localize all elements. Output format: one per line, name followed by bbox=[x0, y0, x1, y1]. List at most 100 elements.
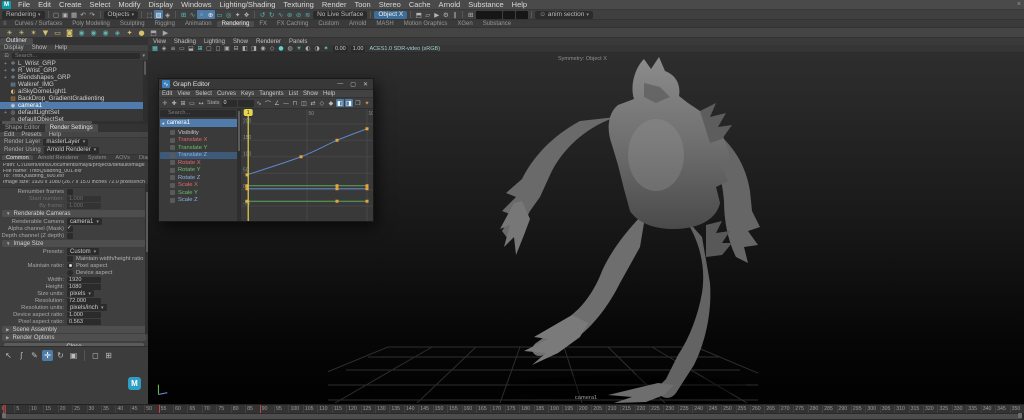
wireframe-icon[interactable]: ◇ bbox=[268, 45, 276, 53]
creature-model[interactable] bbox=[448, 53, 828, 404]
outliner-item-r-wrist-grp[interactable]: +✛R_Wrist_GRP bbox=[0, 67, 144, 74]
shelf-tab-xgen[interactable]: XGen bbox=[452, 21, 477, 27]
graph-editor-menu-list[interactable]: List bbox=[289, 91, 298, 97]
outliner-item-backdrop-gradientgradienting[interactable]: ▨BackDrop_GradientGradienting bbox=[0, 95, 144, 102]
section-image-size[interactable]: ▼Image Size bbox=[2, 240, 146, 247]
presets-selector[interactable]: Custom▾ bbox=[67, 248, 99, 255]
width-input[interactable]: 1920 bbox=[67, 277, 101, 283]
bookmarks-icon[interactable]: ▭ bbox=[178, 45, 186, 53]
shelf-tab-mash[interactable]: MASH bbox=[371, 21, 398, 27]
film-gate-icon[interactable]: ▢ bbox=[205, 45, 213, 53]
range-end-handle[interactable] bbox=[1018, 413, 1022, 418]
shelf-tab-fx[interactable]: FX bbox=[254, 21, 272, 27]
field-chart-icon[interactable]: ⊟ bbox=[232, 45, 240, 53]
menu-cache[interactable]: Cache bbox=[405, 0, 435, 9]
outliner-menu-display[interactable]: Display bbox=[4, 45, 24, 51]
snap-to-curve-icon[interactable]: ∿ bbox=[188, 10, 197, 19]
graph-editor-menu-help[interactable]: Help bbox=[323, 91, 335, 97]
ambient-occlusion-icon[interactable]: ◑ bbox=[313, 45, 321, 53]
new-scene-icon[interactable]: ▢ bbox=[52, 10, 61, 19]
highlight-selection-icon[interactable]: ❖ bbox=[242, 10, 251, 19]
ipr-render-icon[interactable]: ▶ bbox=[161, 28, 170, 37]
graph-editor-curve-view[interactable]: 200150100500-50501001 bbox=[241, 109, 373, 221]
make-live-icon[interactable]: ◎ bbox=[224, 10, 233, 19]
outliner-item-camera1[interactable]: ◉camera1 bbox=[0, 102, 144, 109]
single-pane-layout-icon[interactable]: ◻ bbox=[90, 350, 101, 361]
alpha-channel-mask-checkbox[interactable] bbox=[67, 226, 73, 232]
viewport-menu-shading[interactable]: Shading bbox=[174, 39, 196, 45]
section-render-options[interactable]: ▶Render Options bbox=[2, 334, 146, 341]
safe-title-icon[interactable]: ◨ bbox=[250, 45, 258, 53]
shelf-tab-sculpting[interactable]: Sculpting bbox=[115, 21, 150, 27]
snap-to-point-icon[interactable]: ◦ bbox=[197, 10, 206, 19]
menu-display[interactable]: Display bbox=[145, 0, 178, 9]
snap-to-grid-icon[interactable]: ⊞ bbox=[179, 10, 188, 19]
ambient-light-icon[interactable]: ☀ bbox=[5, 28, 14, 37]
shading-group-icon[interactable]: ● bbox=[137, 28, 146, 37]
insert-keys-icon[interactable]: ✚ bbox=[170, 99, 178, 107]
colorspace-label[interactable]: ACES1.0 SDR-video (sRGB) bbox=[369, 46, 440, 52]
menu-stereo[interactable]: Stereo bbox=[375, 0, 405, 9]
scale-tool-icon[interactable]: ▣ bbox=[68, 350, 79, 361]
menu-edit[interactable]: Edit bbox=[34, 0, 55, 9]
viewport-menu-renderer[interactable]: Renderer bbox=[256, 39, 281, 45]
time-slider[interactable]: 0510152025303540455055606570758085909510… bbox=[0, 404, 1024, 413]
select-camera-icon[interactable]: ▦ bbox=[151, 45, 159, 53]
menu-arnold[interactable]: Arnold bbox=[435, 0, 465, 9]
shelf-tab-motion-graphics[interactable]: Motion Graphics bbox=[399, 21, 453, 27]
volume-light-icon[interactable]: ◙ bbox=[65, 28, 74, 37]
redo-icon[interactable]: ↷ bbox=[88, 10, 97, 19]
size-units-selector[interactable]: pixels▾ bbox=[67, 290, 94, 297]
numeric-input-field-2[interactable] bbox=[516, 11, 528, 19]
outliner-search-input[interactable]: Search... bbox=[12, 53, 140, 59]
viewport-renderer-icon[interactable]: ⊚ bbox=[285, 10, 294, 19]
graph-editor-minimize-button[interactable]: — bbox=[337, 81, 343, 88]
render-view-icon[interactable]: ⬒ bbox=[149, 28, 158, 37]
channel-list-scrollbar[interactable] bbox=[237, 109, 240, 221]
depth-channel-z-depth-checkbox[interactable] bbox=[67, 233, 73, 239]
pin-channel-icon[interactable]: ✦ bbox=[363, 99, 371, 107]
grid-toggle-icon[interactable]: ⊞ bbox=[466, 10, 475, 19]
paint-select-tool-icon[interactable]: ✎ bbox=[29, 350, 40, 361]
by-frame-input[interactable]: 1.000 bbox=[67, 203, 101, 209]
menu-select[interactable]: Select bbox=[86, 0, 115, 9]
textured-icon[interactable]: ◍ bbox=[286, 45, 294, 53]
menu-help[interactable]: Help bbox=[508, 0, 531, 9]
linear-tangents-icon[interactable]: ∠ bbox=[273, 99, 281, 107]
outliner-menu-help[interactable]: Help bbox=[55, 45, 67, 51]
ipr-render-icon[interactable]: ▶ bbox=[432, 10, 441, 19]
shelf-tab-animation[interactable]: Animation bbox=[180, 21, 217, 27]
graph-editor-search-input[interactable]: Search... bbox=[160, 110, 236, 117]
render-settings-tab-common[interactable]: Common bbox=[2, 155, 33, 160]
menu-modify[interactable]: Modify bbox=[114, 0, 144, 9]
resolution-units-selector[interactable]: pixels/inch▾ bbox=[67, 304, 107, 311]
graph-editor-menu-edit[interactable]: Edit bbox=[162, 91, 172, 97]
render-settings-menu-presets[interactable]: Presets bbox=[21, 132, 41, 138]
pixel-aspect-radio[interactable] bbox=[67, 263, 73, 269]
render-current-frame-icon[interactable]: ▱ bbox=[423, 10, 432, 19]
menu-texturing[interactable]: Texturing bbox=[279, 0, 317, 9]
resolution-gate-icon[interactable]: ◻ bbox=[214, 45, 222, 53]
select-hierarchy-icon[interactable]: ⬚ bbox=[145, 10, 154, 19]
graph-editor-maximize-button[interactable]: ▢ bbox=[350, 81, 356, 88]
stats-field-2[interactable] bbox=[238, 100, 254, 107]
workspace-selector[interactable]: ☺ anim section ▾ bbox=[535, 11, 593, 19]
stats-field-1[interactable]: 0 bbox=[222, 100, 238, 107]
menu-windows[interactable]: Windows bbox=[177, 0, 215, 9]
lasso-select-tool-icon[interactable]: ʃ bbox=[16, 350, 27, 361]
render-settings-menu-help[interactable]: Help bbox=[49, 132, 61, 138]
retime-tool-icon[interactable]: ↔ bbox=[197, 99, 205, 107]
spot-light-icon[interactable]: ▼ bbox=[41, 28, 50, 37]
construction-history-icon[interactable]: ∿ bbox=[276, 10, 285, 19]
unify-tangents-icon[interactable]: ◆ bbox=[327, 99, 335, 107]
viewport-menu-panels[interactable]: Panels bbox=[289, 39, 307, 45]
live-surface-field[interactable]: No Live Surface bbox=[313, 11, 367, 19]
camera-aim-up-icon[interactable]: ◉ bbox=[101, 28, 110, 37]
maintain-width-height-ratio-checkbox[interactable] bbox=[67, 256, 73, 262]
renumber-frames-checkbox[interactable] bbox=[67, 189, 73, 195]
graph-editor-menu-tangents[interactable]: Tangents bbox=[259, 91, 283, 97]
quick-select-field[interactable] bbox=[476, 11, 502, 19]
lighting-icon[interactable]: ☀ bbox=[295, 45, 303, 53]
section-scene-assembly[interactable]: ▶Scene Assembly bbox=[2, 326, 146, 333]
shelf-tab-custom[interactable]: Custom bbox=[313, 21, 344, 27]
